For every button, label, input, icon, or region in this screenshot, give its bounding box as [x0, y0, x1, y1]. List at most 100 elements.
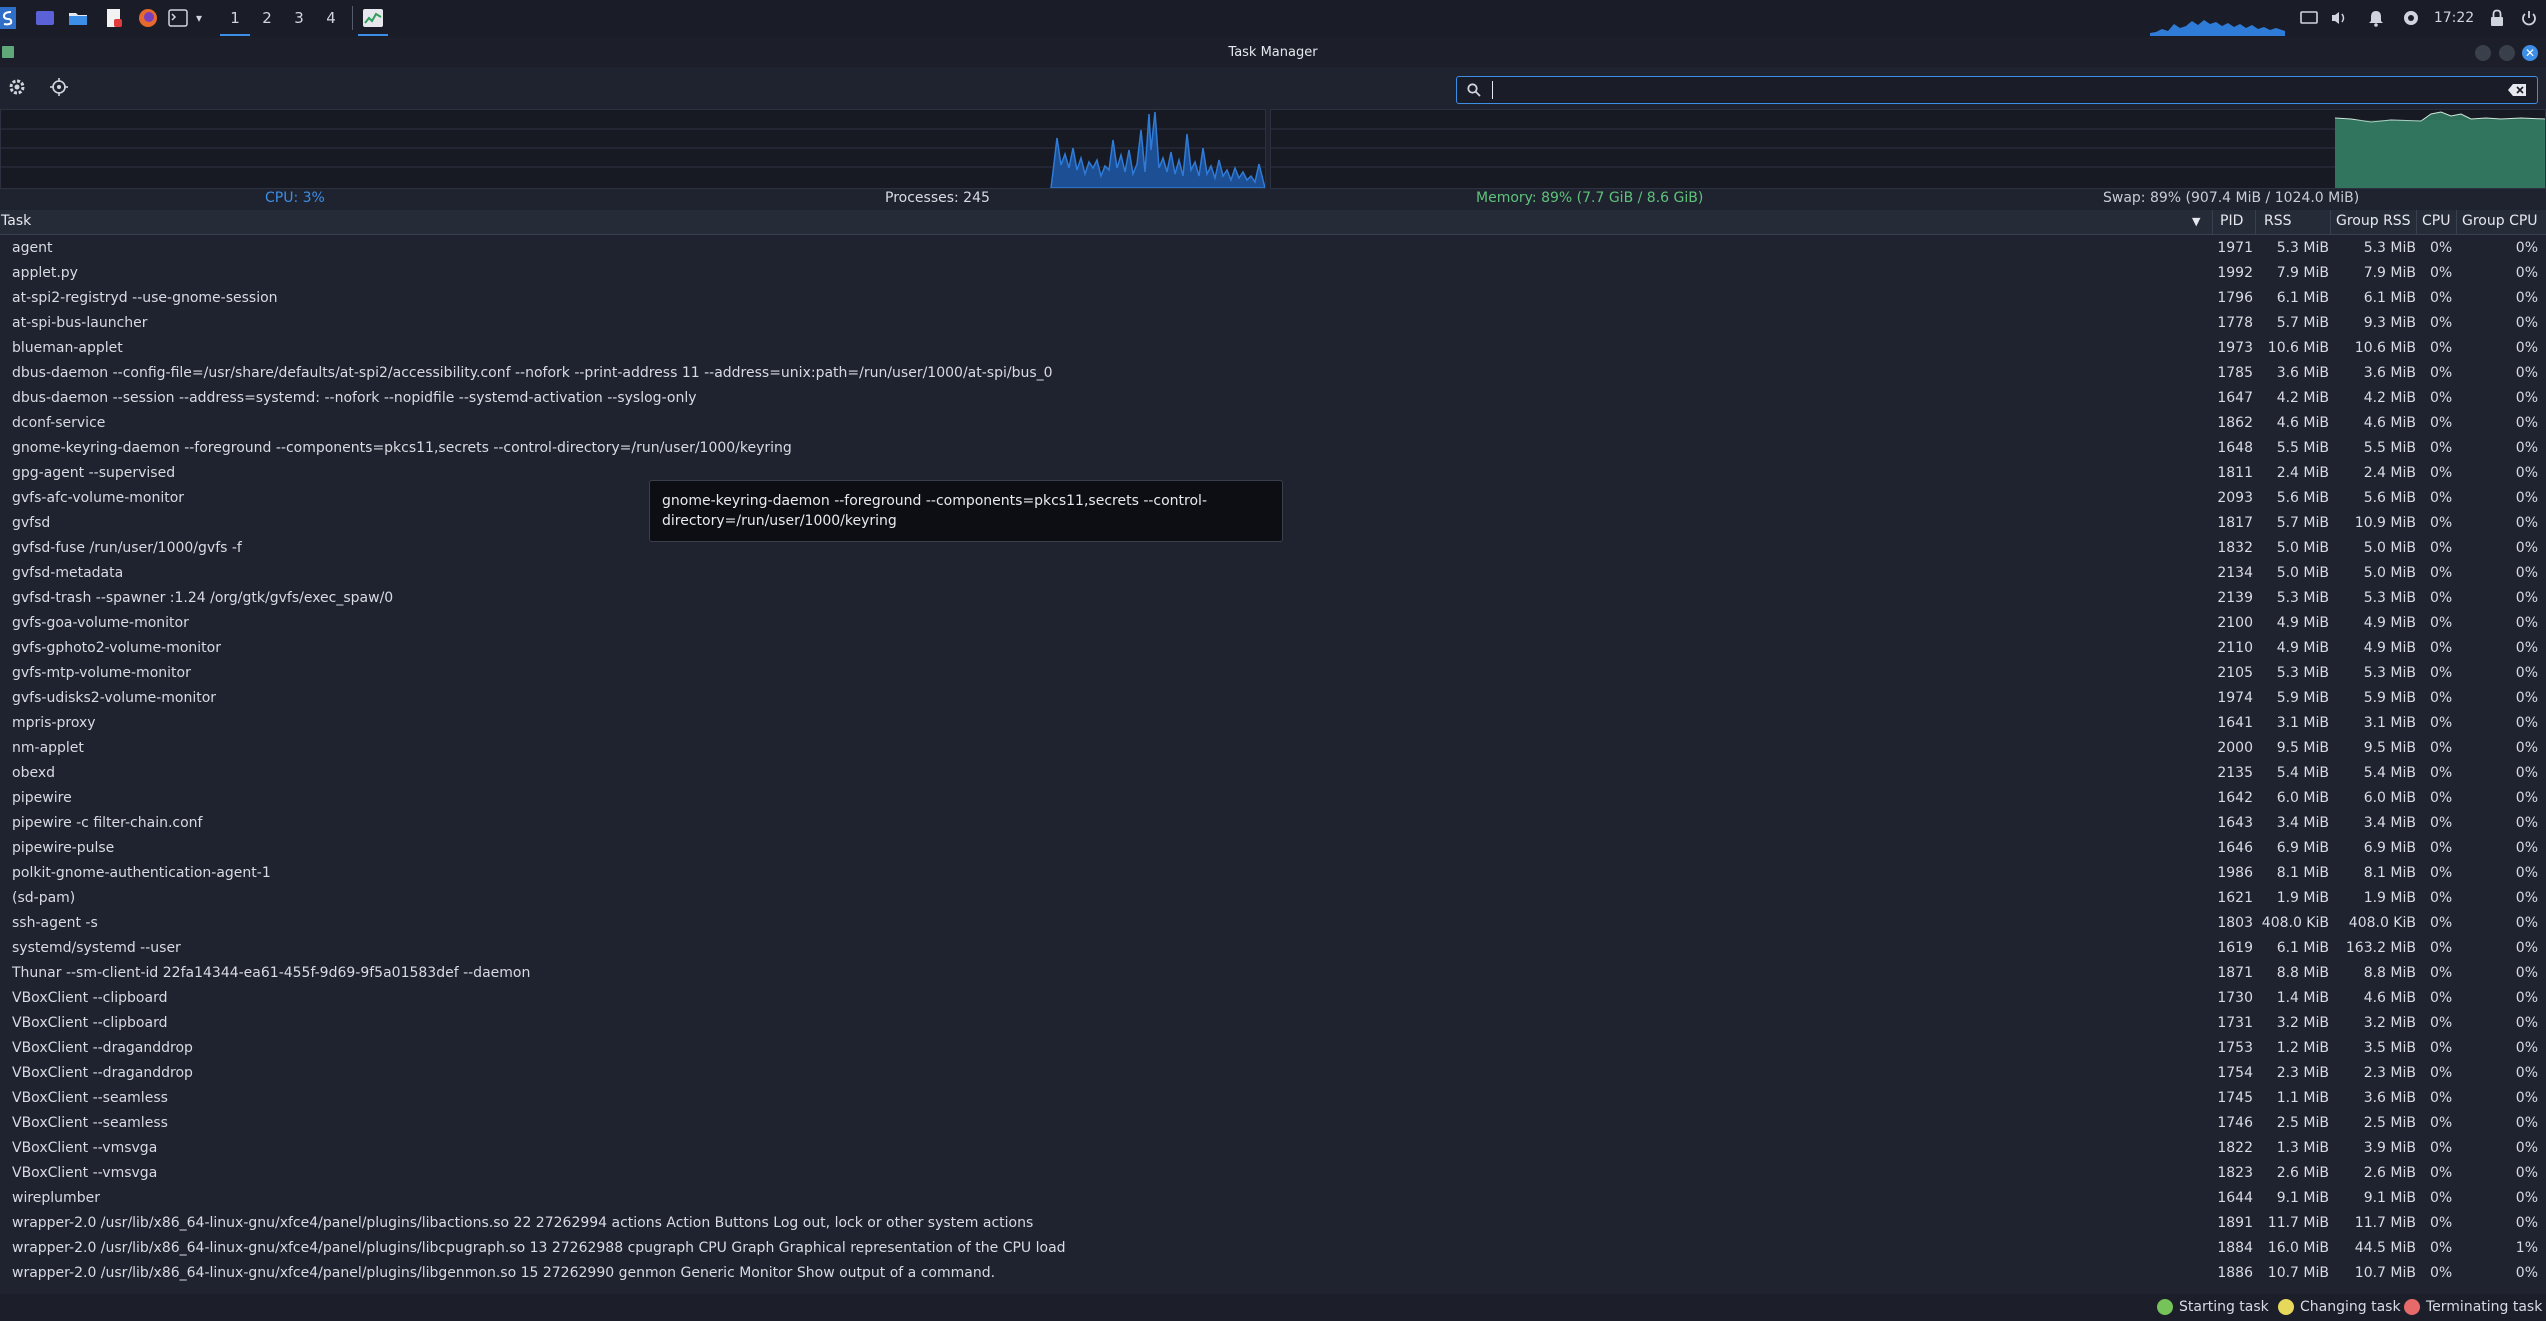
table-row[interactable]: obexd 2135 5.4 MiB 5.4 MiB 0% 0% — [0, 761, 2546, 786]
terminal-icon[interactable] — [167, 6, 189, 30]
table-row[interactable]: dconf-service 1862 4.6 MiB 4.6 MiB 0% 0% — [0, 411, 2546, 436]
table-row[interactable]: VBoxClient --seamless 1746 2.5 MiB 2.5 MiB 0… — [0, 1111, 2546, 1136]
clock[interactable]: 17:22 — [2428, 6, 2480, 30]
workspace-2[interactable]: 2 — [252, 2, 282, 34]
volume-icon[interactable] — [2328, 6, 2350, 30]
table-row[interactable]: wrapper-2.0 /usr/lib/x86_64-linux-gnu/xf… — [0, 1261, 2546, 1286]
column-header-group-cpu[interactable]: Group CPU — [2462, 213, 2538, 229]
task-rss: 2.6 MiB — [2276, 1165, 2329, 1181]
task-group-cpu: 0% — [2515, 1265, 2538, 1281]
table-row[interactable]: agent 1971 5.3 MiB 5.3 MiB 0% 0% — [0, 236, 2546, 261]
workspace-4[interactable]: 4 — [316, 2, 346, 34]
task-group-rss: 11.7 MiB — [2354, 1215, 2416, 1231]
table-row[interactable]: VBoxClient --clipboard 1730 1.4 MiB 4.6 MiB… — [0, 986, 2546, 1011]
sort-descending-icon[interactable]: ▼ — [2192, 215, 2200, 228]
column-header-cpu[interactable]: CPU — [2422, 213, 2450, 229]
table-row[interactable]: VBoxClient --draganddrop 1754 2.3 MiB 2.3 M… — [0, 1061, 2546, 1086]
table-row[interactable]: gvfs-mtp-volume-monitor 2105 5.3 MiB 5.3 Mi… — [0, 661, 2546, 686]
task-rss: 5.7 MiB — [2276, 315, 2329, 331]
column-header-rss[interactable]: RSS — [2264, 213, 2292, 229]
task-name: blueman-applet — [12, 340, 123, 356]
task-pid: 2134 — [2217, 565, 2253, 581]
table-row[interactable]: gvfs-udisks2-volume-monitor 1974 5.9 MiB 5.… — [0, 686, 2546, 711]
table-row[interactable]: gvfs-gphoto2-volume-monitor 2110 4.9 MiB 4.… — [0, 636, 2546, 661]
clear-search-icon[interactable] — [2507, 83, 2527, 97]
file-manager-icon[interactable] — [67, 6, 89, 30]
chevron-down-icon[interactable]: ▾ — [192, 6, 206, 30]
task-cpu: 0% — [2430, 540, 2453, 556]
table-row[interactable]: wrapper-2.0 /usr/lib/x86_64-linux-gnu/xf… — [0, 1211, 2546, 1236]
table-row[interactable]: applet.py 1992 7.9 MiB 7.9 MiB 0% 0% — [0, 261, 2546, 286]
table-row[interactable]: gvfs-goa-volume-monitor 2100 4.9 MiB 4.9 Mi… — [0, 611, 2546, 636]
task-pid: 2139 — [2217, 590, 2253, 606]
taskbar-task-manager[interactable] — [358, 2, 388, 36]
table-row[interactable]: systemd/systemd --user 1619 6.1 MiB 163.2 M… — [0, 936, 2546, 961]
table-row[interactable]: pipewire -c filter-chain.conf 1643 3.4 MiB… — [0, 811, 2546, 836]
table-row[interactable]: at-spi2-registryd --use-gnome-session 179… — [0, 286, 2546, 311]
table-row[interactable]: (sd-pam) 1621 1.9 MiB 1.9 MiB 0% 0% — [0, 886, 2546, 911]
task-cpu: 0% — [2430, 1265, 2453, 1281]
table-header: Task ▼ PID RSS Group RSS CPU Group CPU — [0, 210, 2546, 235]
workspace-3[interactable]: 3 — [284, 2, 314, 34]
task-cpu: 0% — [2430, 1015, 2453, 1031]
identify-window-button[interactable] — [50, 78, 68, 100]
table-row[interactable]: mpris-proxy 1641 3.1 MiB 3.1 MiB 0% 0% — [0, 711, 2546, 736]
table-row[interactable]: nm-applet 2000 9.5 MiB 9.5 MiB 0% 0% — [0, 736, 2546, 761]
task-group-cpu: 0% — [2515, 465, 2538, 481]
workspace-1[interactable]: 1 — [220, 2, 250, 36]
table-row[interactable]: VBoxClient --draganddrop 1753 1.2 MiB 3.5 M… — [0, 1036, 2546, 1061]
text-editor-icon[interactable] — [103, 6, 125, 30]
task-group-rss: 10.7 MiB — [2354, 1265, 2416, 1281]
notification-icon[interactable] — [2365, 6, 2387, 30]
task-pid: 1746 — [2217, 1115, 2253, 1131]
task-group-cpu: 0% — [2515, 790, 2538, 806]
search-input[interactable] — [1456, 76, 2538, 104]
settings-button[interactable] — [8, 78, 26, 100]
table-row[interactable]: gvfsd-metadata 2134 5.0 MiB 5.0 MiB 0% 0% — [0, 561, 2546, 586]
legend-changing-label: Changing task — [2300, 1299, 2401, 1315]
table-row[interactable]: wireplumber 1644 9.1 MiB 9.1 MiB 0% 0% — [0, 1186, 2546, 1211]
table-row[interactable]: VBoxClient --vmsvga 1823 2.6 MiB 2.6 MiB 0% 0… — [0, 1161, 2546, 1186]
table-row[interactable]: dbus-daemon --session --address=systemd:… — [0, 386, 2546, 411]
app-menu-icon[interactable] — [0, 6, 16, 30]
task-group-rss: 408.0 KiB — [2348, 915, 2416, 931]
desktop-icon[interactable] — [34, 6, 56, 30]
task-name: gvfs-goa-volume-monitor — [12, 615, 189, 631]
table-row[interactable]: VBoxClient --clipboard 1731 3.2 MiB 3.2 MiB… — [0, 1011, 2546, 1036]
firefox-icon[interactable] — [137, 6, 159, 30]
table-row[interactable]: ssh-agent -s 1803 408.0 KiB 408.0 KiB 0% 0% — [0, 911, 2546, 936]
table-row[interactable]: gvfsd-trash --spawner :1.24 /org/gtk/gvf… — [0, 586, 2546, 611]
task-name: gvfs-gphoto2-volume-monitor — [12, 640, 221, 656]
column-divider — [2456, 210, 2457, 234]
table-row[interactable]: Thunar --sm-client-id 22fa14344-ea61-455… — [0, 961, 2546, 986]
window-titlebar[interactable]: Task Manager ✕ — [0, 37, 2546, 67]
column-divider — [2416, 210, 2417, 234]
lock-icon[interactable] — [2486, 6, 2508, 30]
table-row[interactable]: pipewire 1642 6.0 MiB 6.0 MiB 0% 0% — [0, 786, 2546, 811]
table-row[interactable]: polkit-gnome-authentication-agent-1 1986 8… — [0, 861, 2546, 886]
task-rss: 1.1 MiB — [2276, 1090, 2329, 1106]
task-cpu: 0% — [2430, 740, 2453, 756]
table-row[interactable]: dbus-daemon --config-file=/usr/share/def… — [0, 361, 2546, 386]
maximize-button[interactable] — [2499, 45, 2515, 61]
close-button[interactable]: ✕ — [2522, 45, 2538, 61]
minimize-button[interactable] — [2475, 45, 2491, 61]
table-row[interactable]: VBoxClient --seamless 1745 1.1 MiB 3.6 MiB 0… — [0, 1086, 2546, 1111]
network-icon[interactable] — [2400, 6, 2422, 30]
display-icon[interactable] — [2298, 6, 2320, 30]
column-header-group-rss[interactable]: Group RSS — [2336, 213, 2411, 229]
column-header-pid[interactable]: PID — [2220, 213, 2243, 229]
table-row[interactable]: at-spi-bus-launcher 1778 5.7 MiB 9.3 MiB 0% 0… — [0, 311, 2546, 336]
task-name: gvfs-afc-volume-monitor — [12, 490, 185, 506]
power-icon[interactable] — [2518, 6, 2540, 30]
task-group-rss: 3.5 MiB — [2363, 1040, 2416, 1056]
table-row[interactable]: gnome-keyring-daemon --foreground --comp… — [0, 436, 2546, 461]
table-row[interactable]: blueman-applet 1973 10.6 MiB 10.6 MiB 0% 0% — [0, 336, 2546, 361]
column-header-task[interactable]: Task — [1, 213, 31, 229]
task-group-cpu: 0% — [2515, 890, 2538, 906]
table-row[interactable]: wrapper-2.0 /usr/lib/x86_64-linux-gnu/xf… — [0, 1236, 2546, 1261]
table-row[interactable]: VBoxClient --vmsvga 1822 1.3 MiB 3.9 MiB 0% 0… — [0, 1136, 2546, 1161]
table-row[interactable]: pipewire-pulse 1646 6.9 MiB 6.9 MiB 0% 0% — [0, 836, 2546, 861]
task-cpu: 0% — [2430, 265, 2453, 281]
stats-bar: CPU: 3% Processes: 245 Memory: 89% (7.7 … — [0, 190, 2546, 210]
